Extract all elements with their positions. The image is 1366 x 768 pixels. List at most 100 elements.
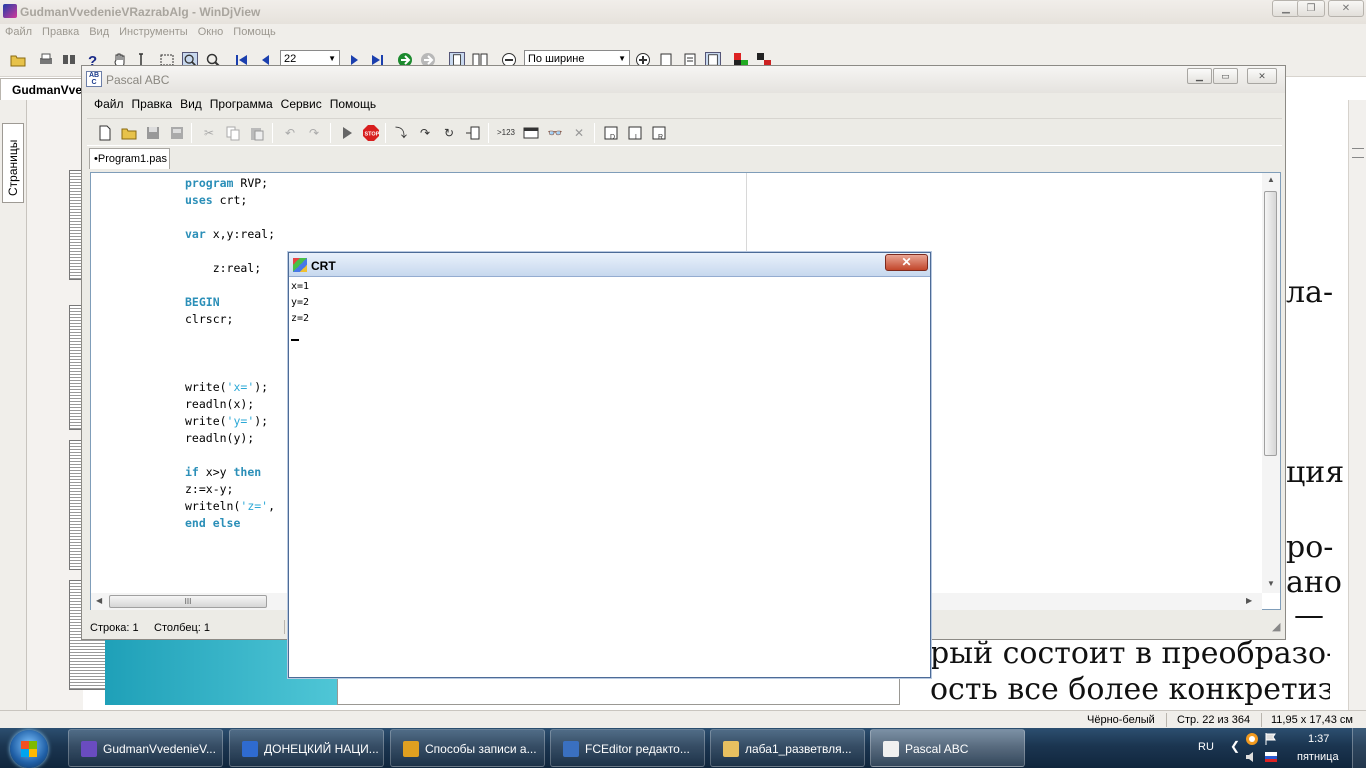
pascal-abc-icon: AB C [86,71,102,87]
taskbar-item-label: FCEditor редакто... [585,742,690,756]
menu-edit[interactable]: Правка [128,94,177,111]
tray-expand-icon[interactable]: ❮ [1230,739,1240,753]
close-icon[interactable]: ✕ [1247,68,1277,84]
code-line[interactable]: z:real; [185,260,275,277]
scroll-thumb[interactable]: III [109,595,267,608]
menu-view[interactable]: Вид [84,24,114,38]
undo-icon[interactable]: ↶ [282,125,298,141]
run-icon[interactable] [339,125,355,141]
evaluate-icon[interactable]: >123 [496,125,516,141]
code-line[interactable]: program RVP; [185,175,275,192]
resize-grip-icon[interactable]: ◢ [1272,620,1280,633]
code-line[interactable]: z:=x-y; [185,481,275,498]
clock-day[interactable]: пятница [1297,751,1339,763]
code-line[interactable] [185,345,275,362]
language-indicator[interactable]: RU [1198,741,1214,753]
maximize-icon[interactable]: ▭ [1213,68,1238,84]
taskbar-item[interactable]: Pascal ABC [870,729,1025,767]
taskbar-item[interactable]: Способы записи а... [390,729,545,767]
open-icon[interactable] [10,52,26,68]
minimize-icon[interactable]: ▁ [1272,0,1300,17]
step-out-icon[interactable]: ↻ [441,125,457,141]
taskbar-item[interactable]: GudmanVvedenieV... [68,729,223,767]
minimize-icon[interactable]: ▁ [1187,68,1212,84]
code-line[interactable]: writeln('z=', [185,498,275,515]
save-icon[interactable] [145,125,161,141]
taskbar-item[interactable]: лаба1_разветвля... [710,729,865,767]
redo-icon[interactable]: ↷ [306,125,322,141]
code-line[interactable] [185,362,275,379]
code-keyword: then [233,465,262,479]
volume-icon[interactable] [1245,750,1259,764]
reference-icon[interactable]: R [651,125,667,141]
tab-program1[interactable]: •Program1.pas [89,148,170,169]
menu-file[interactable]: Файл [0,24,37,38]
code-line[interactable] [185,243,275,260]
code-line[interactable]: var x,y:real; [185,226,275,243]
paste-icon[interactable] [249,125,265,141]
code-token: write( [185,380,227,394]
close-button[interactable]: ✕ [885,254,928,271]
step-over-icon[interactable]: ↷ [417,125,433,141]
stop-icon[interactable]: STOP [362,124,380,142]
restore-icon[interactable]: ❐ [1297,0,1325,17]
code-text[interactable]: program RVP; uses crt; var x,y:real; z:rea… [185,175,275,532]
code-line[interactable]: write('y='); [185,413,275,430]
open-icon[interactable] [121,125,137,141]
run-to-cursor-icon[interactable] [465,125,481,141]
code-line[interactable]: readln(x); [185,396,275,413]
code-line[interactable]: readln(y); [185,430,275,447]
pages-sidebar-tab[interactable]: Страницы [2,123,24,203]
menu-edit[interactable]: Правка [37,24,84,38]
console-output[interactable]: x=1 y=2 z=2 [291,279,309,327]
code-line[interactable]: BEGIN [185,294,275,311]
scroll-grip[interactable] [1352,148,1364,158]
start-button[interactable] [10,730,48,768]
print-icon[interactable] [38,52,54,68]
watch-icon[interactable]: 👓 [547,125,563,141]
menu-file[interactable]: Файл [90,94,128,111]
menu-help[interactable]: Помощь [326,94,380,111]
menu-window[interactable]: Окно [193,24,229,38]
taskbar-item[interactable]: FCEditor редакто... [550,729,705,767]
document-vertical-scrollbar[interactable] [1348,100,1366,710]
code-line[interactable]: end else [185,515,275,532]
save-all-icon[interactable] [169,125,185,141]
code-line[interactable]: uses crt; [185,192,275,209]
clock-time[interactable]: 1:37 [1308,733,1329,745]
find-icon[interactable] [61,52,77,68]
update-icon[interactable] [1245,732,1259,746]
menu-view[interactable]: Вид [176,94,206,111]
code-line[interactable] [185,277,275,294]
close-icon[interactable]: ✕ [1328,0,1364,17]
delete-icon[interactable]: ✕ [571,125,587,141]
code-line[interactable]: write('x='); [185,379,275,396]
menu-help[interactable]: Помощь [228,24,281,38]
code-line[interactable] [185,328,275,345]
menu-service[interactable]: Сервис [277,94,326,111]
form-designer-icon[interactable]: D [603,125,619,141]
scroll-left-icon[interactable]: ◀ [96,596,102,605]
scroll-up-icon[interactable]: ▲ [1267,175,1275,184]
scroll-thumb[interactable] [1264,191,1277,456]
cut-icon[interactable]: ✂ [201,125,217,141]
new-file-icon[interactable] [97,125,113,141]
flag-icon[interactable] [1264,732,1278,746]
menu-tools[interactable]: Инструменты [114,24,193,38]
code-line[interactable]: clrscr; [185,311,275,328]
format-code-icon[interactable]: L [627,125,643,141]
code-line[interactable] [185,209,275,226]
scroll-right-icon[interactable]: ▶ [1246,596,1252,605]
taskbar-item[interactable]: ДОНЕЦКИЙ НАЦИ... [229,729,384,767]
network-icon[interactable] [1264,750,1278,764]
menu-program[interactable]: Программа [206,94,277,111]
copy-icon[interactable] [225,125,241,141]
scroll-down-icon[interactable]: ▼ [1267,579,1275,588]
code-line[interactable] [185,447,275,464]
step-into-icon[interactable]: ⤵ [393,125,409,141]
show-desktop-button[interactable] [1352,728,1366,768]
document-tab[interactable]: GudmanVvedenieVRazrabAlg [0,78,82,100]
editor-vertical-scrollbar[interactable]: ▲ ▼ [1262,173,1280,593]
code-line[interactable]: if x>y then [185,464,275,481]
output-window-icon[interactable] [523,125,539,141]
